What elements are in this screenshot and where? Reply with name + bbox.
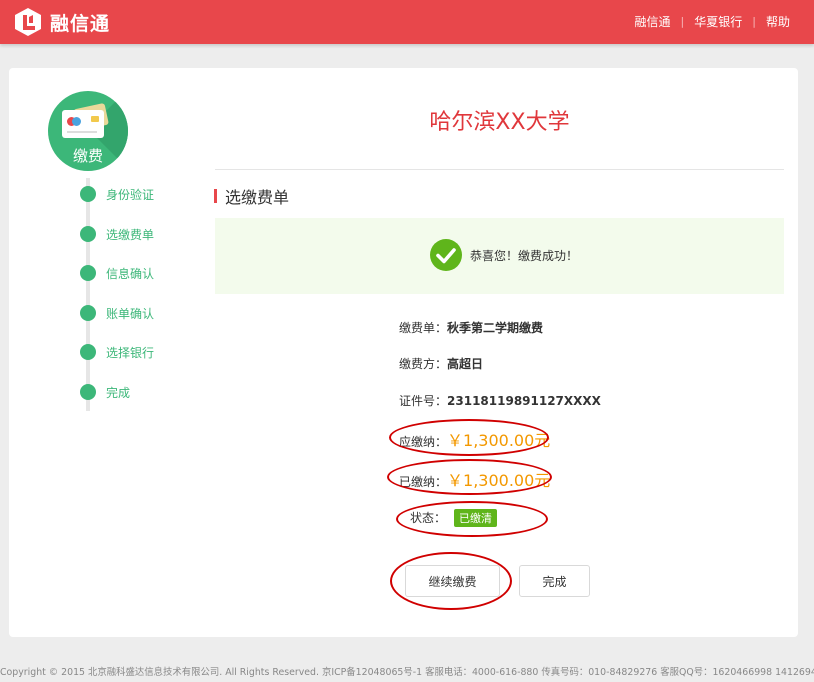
step-dot-icon — [80, 344, 96, 360]
current-step-label: 缴费 — [72, 147, 103, 165]
main-card: 缴费 身份验证 选缴费单 信息确认 账单确认 选择银行 完成 哈尔滨XX大学 选… — [9, 68, 798, 637]
app-name: 融信通 — [50, 12, 111, 35]
amount-due-row: 应缴纳：￥1,300.00元 — [399, 427, 550, 451]
divider — [215, 169, 784, 170]
step-dot-icon — [80, 305, 96, 321]
step-select-bill: 选缴费单 — [80, 226, 154, 242]
step-dot-icon — [80, 226, 96, 242]
section-title: 选缴费单 — [214, 184, 289, 208]
payer-value: 高超日 — [447, 357, 484, 371]
amount-paid-label: 已缴纳： — [399, 475, 448, 489]
step-select-bank: 选择银行 — [80, 344, 154, 360]
id-label: 证件号： — [399, 394, 448, 408]
top-nav: 融信通 | 华夏银行 | 帮助 — [635, 13, 790, 30]
footer-copyright: Copyright © 2015 北京融科盛达信息技术有限公司. All Rig… — [0, 667, 814, 678]
amount-due-label: 应缴纳： — [399, 435, 448, 449]
step-info-confirm: 信息确认 — [80, 265, 154, 281]
step-dot-icon — [80, 186, 96, 202]
nav-link-rongxintong[interactable]: 融信通 — [635, 13, 671, 30]
step-label: 选缴费单 — [106, 227, 155, 242]
step-label: 身份验证 — [106, 187, 155, 202]
success-message: 恭喜您！缴费成功！ — [470, 249, 579, 263]
step-bill-confirm: 账单确认 — [80, 305, 154, 321]
status-badge: 已缴清 — [454, 509, 498, 527]
bill-label: 缴费单： — [399, 321, 448, 335]
section-marker — [214, 189, 217, 203]
amount-paid-row: 已缴纳：￥1,300.00元 — [399, 467, 550, 491]
step-dot-icon — [80, 384, 96, 400]
bill-row: 缴费单：秋季第二学期缴费 — [399, 319, 543, 336]
amount-paid-value: ￥1,300.00元 — [447, 471, 551, 490]
step-label: 完成 — [106, 385, 131, 400]
step-label: 选择银行 — [106, 345, 155, 360]
status-row: 状态： 已缴清 — [410, 509, 498, 527]
step-identity-verification: 身份验证 — [80, 186, 154, 202]
top-header: 融信通 融信通 | 华夏银行 | 帮助 — [0, 0, 814, 44]
step-complete: 完成 — [80, 384, 130, 400]
logo[interactable]: 融信通 — [14, 7, 110, 37]
school-name: 哈尔滨XX大学 — [429, 110, 570, 135]
current-step-badge: 缴费 — [48, 91, 128, 171]
amount-due-value: ￥1,300.00元 — [447, 431, 551, 450]
steps-progress-line — [86, 178, 90, 411]
nav-link-hua-xia-bank[interactable]: 华夏银行 — [694, 13, 742, 30]
nav-separator: | — [752, 15, 756, 28]
payer-row: 缴费方：高超日 — [399, 355, 483, 372]
step-label: 账单确认 — [106, 306, 155, 321]
step-dot-icon — [80, 265, 96, 281]
bank-card-icon — [62, 110, 104, 138]
success-banner: 恭喜您！缴费成功！ — [215, 218, 784, 294]
check-circle-icon — [430, 239, 462, 271]
bill-value: 秋季第二学期缴费 — [447, 321, 544, 335]
nav-link-help[interactable]: 帮助 — [766, 13, 790, 30]
status-label: 状态： — [410, 511, 447, 525]
step-label: 信息确认 — [106, 266, 155, 281]
finish-button[interactable]: 完成 — [519, 565, 590, 597]
id-row: 证件号：23118119891127XXXX — [399, 392, 601, 409]
id-value: 23118119891127XXXX — [447, 394, 601, 408]
logo-icon — [14, 7, 42, 37]
nav-separator: | — [680, 15, 685, 28]
payer-label: 缴费方： — [399, 357, 448, 371]
section-title-text: 选缴费单 — [225, 188, 290, 207]
continue-payment-button[interactable]: 继续缴费 — [405, 565, 500, 597]
